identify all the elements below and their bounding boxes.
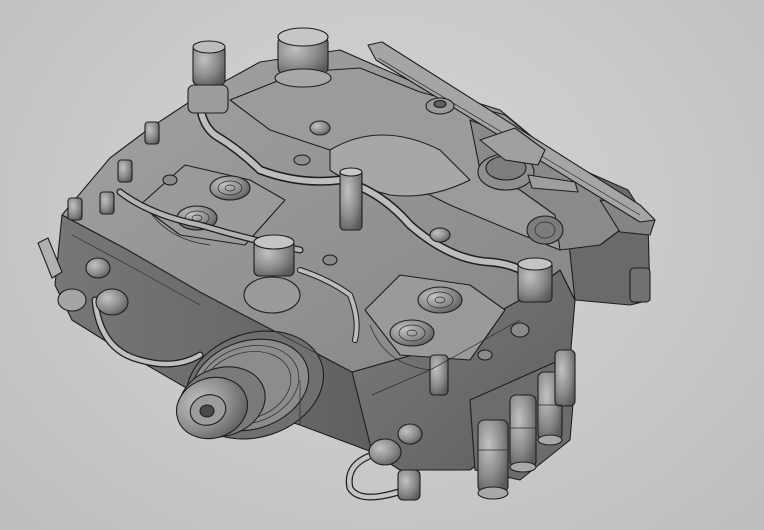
3d-viewport[interactable] (0, 0, 764, 530)
pump-assembly-model[interactable] (0, 0, 764, 530)
